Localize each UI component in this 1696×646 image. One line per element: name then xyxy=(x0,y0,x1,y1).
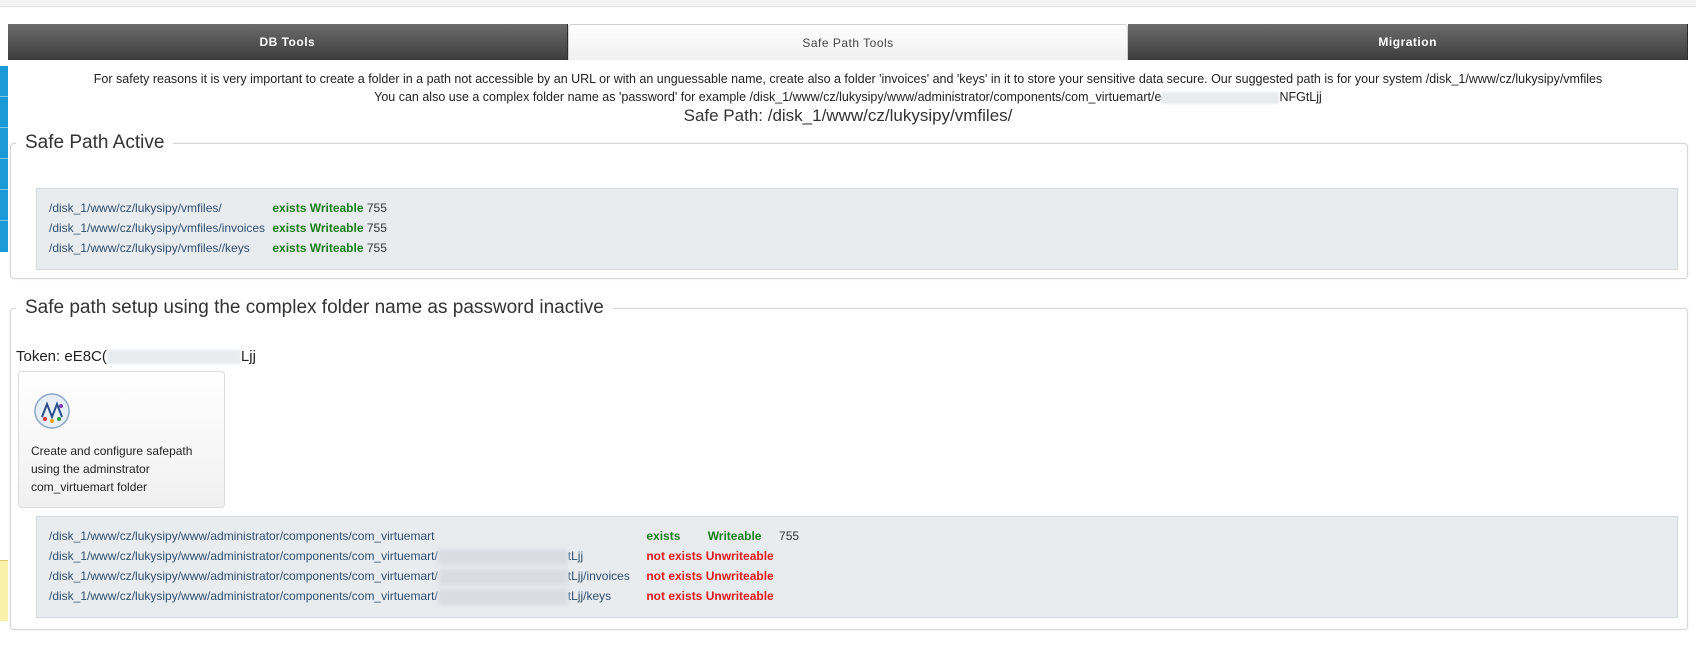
redacted-block xyxy=(106,350,241,365)
tab-safe-path-tools[interactable]: Safe Path Tools xyxy=(567,24,1129,60)
redacted-block xyxy=(1161,91,1280,104)
writeable-status: Writeable xyxy=(707,529,762,543)
safety-info-text: For safety reasons it is very important … xyxy=(93,72,1603,86)
path-status-row: /disk_1/www/cz/lukysipy/vmfiles/ exists … xyxy=(49,199,387,217)
path-text: /disk_1/www/cz/lukysipy/www/administrato… xyxy=(49,569,438,583)
writeable-status: Unwriteable xyxy=(705,589,774,603)
path-status-row: /disk_1/www/cz/lukysipy/vmfiles//keys ex… xyxy=(49,239,387,257)
writeable-status: Unwriteable xyxy=(705,549,774,563)
left-sidebar-notice-edge xyxy=(0,560,8,621)
path-status-row: /disk_1/www/cz/lukysipy/vmfiles/invoices… xyxy=(49,219,387,237)
redacted-block xyxy=(437,588,568,605)
redacted-block xyxy=(437,548,568,565)
permission-value: 755 xyxy=(779,529,800,543)
token-display: Token: eE8C( Ljj xyxy=(16,348,256,365)
exists-status: exists xyxy=(272,241,307,255)
path-status-row: /disk_1/www/cz/lukysipy/www/administrato… xyxy=(49,547,774,565)
exists-status: not exists xyxy=(646,589,703,603)
create-safepath-label: Create and configure safepath using the … xyxy=(31,444,193,494)
writeable-status: Writeable xyxy=(309,201,364,215)
complex-folder-info: You can also use a complex folder name a… xyxy=(0,90,1696,104)
safe-path-status-list: /disk_1/www/cz/lukysipy/vmfiles/ exists … xyxy=(36,188,1678,270)
exists-status: exists xyxy=(272,201,307,215)
tab-db-tools[interactable]: DB Tools xyxy=(8,24,568,60)
exists-status: exists xyxy=(646,529,681,543)
redacted-block xyxy=(437,568,568,585)
path-status-row: /disk_1/www/cz/lukysipy/www/administrato… xyxy=(49,567,774,585)
tab-bar: DB Tools Safe Path Tools Migration xyxy=(8,24,1689,60)
complex-path-status-list: /disk_1/www/cz/lukysipy/www/administrato… xyxy=(36,516,1678,618)
permission-value: 755 xyxy=(366,201,387,215)
path-suffix: tLjj xyxy=(567,549,584,563)
complex-folder-legend: Safe path setup using the complex folder… xyxy=(16,297,613,319)
path-text: /disk_1/www/cz/lukysipy/www/administrato… xyxy=(49,549,438,563)
path-text: /disk_1/www/cz/lukysipy/vmfiles/ xyxy=(49,201,222,215)
path-status-row: /disk_1/www/cz/lukysipy/www/administrato… xyxy=(49,587,774,605)
path-text: /disk_1/www/cz/lukysipy/www/administrato… xyxy=(49,529,435,543)
exists-status: not exists xyxy=(646,569,703,583)
tab-migration[interactable]: Migration xyxy=(1128,24,1689,60)
safe-path-heading: Safe Path: /disk_1/www/cz/lukysipy/vmfil… xyxy=(683,106,1013,125)
top-border xyxy=(0,0,1696,7)
path-text: /disk_1/www/cz/lukysipy/www/administrato… xyxy=(49,589,438,603)
path-suffix: tLjj/invoices xyxy=(567,569,630,583)
create-safepath-button[interactable]: Create and configure safepath using the … xyxy=(18,371,225,508)
path-text: /disk_1/www/cz/lukysipy/vmfiles/invoices xyxy=(49,221,266,235)
exists-status: not exists xyxy=(646,549,703,563)
path-status-row: /disk_1/www/cz/lukysipy/www/administrato… xyxy=(49,527,799,545)
writeable-status: Writeable xyxy=(309,221,364,235)
complex-folder-info-suffix: NFGtLjj xyxy=(1279,90,1322,104)
permission-value: 755 xyxy=(366,241,387,255)
virtuemart-config-icon xyxy=(34,393,70,429)
path-suffix: tLjj/keys xyxy=(567,589,612,603)
safe-path-active-legend: Safe Path Active xyxy=(16,132,174,154)
token-prefix: Token: eE8C( xyxy=(16,348,107,365)
path-text: /disk_1/www/cz/lukysipy/vmfiles//keys xyxy=(49,241,250,255)
complex-folder-info-prefix: You can also use a complex folder name a… xyxy=(374,90,1162,104)
token-suffix: Ljj xyxy=(240,348,256,365)
exists-status: exists xyxy=(272,221,307,235)
permission-value: 755 xyxy=(366,221,387,235)
writeable-status: Writeable xyxy=(309,241,364,255)
writeable-status: Unwriteable xyxy=(705,569,774,583)
